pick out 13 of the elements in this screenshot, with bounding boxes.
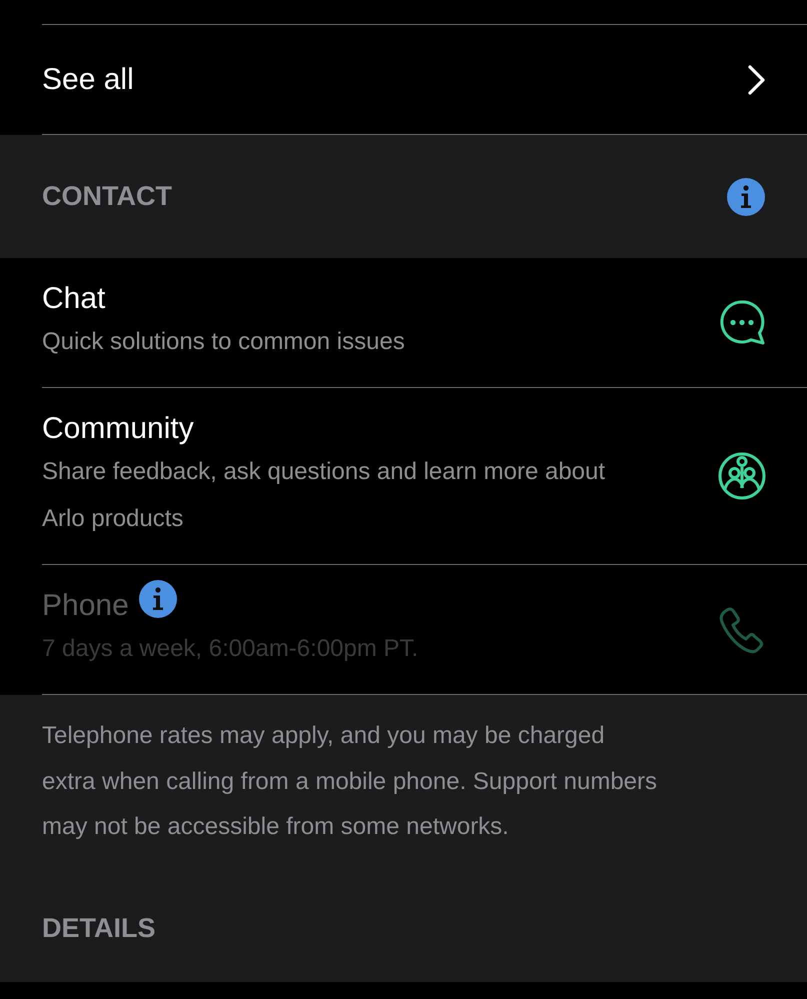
people-circle-icon xyxy=(717,451,767,501)
contact-subtitle: Quick solutions to common issues xyxy=(42,327,405,357)
contact-subtitle: Share feedback, ask questions and learn more about Arlo products xyxy=(42,457,606,534)
section-header: DETAILS xyxy=(42,913,156,944)
note-text: Telephone rates may apply, and you may be charged extra when calling from a mobile phone. Support numbers may not be accessible from some networks. xyxy=(42,721,657,842)
contact-title: Chat xyxy=(42,281,106,317)
see-all-label: See all xyxy=(42,62,134,96)
contact-title: Phone xyxy=(42,588,129,624)
info-icon[interactable] xyxy=(727,178,765,216)
section-header: CONTACT xyxy=(42,181,172,212)
contact-title: Community xyxy=(42,411,194,447)
contact-subtitle: 7 days a week, 6:00am-6:00pm PT. xyxy=(42,634,418,664)
chevron-right-icon xyxy=(747,64,767,94)
